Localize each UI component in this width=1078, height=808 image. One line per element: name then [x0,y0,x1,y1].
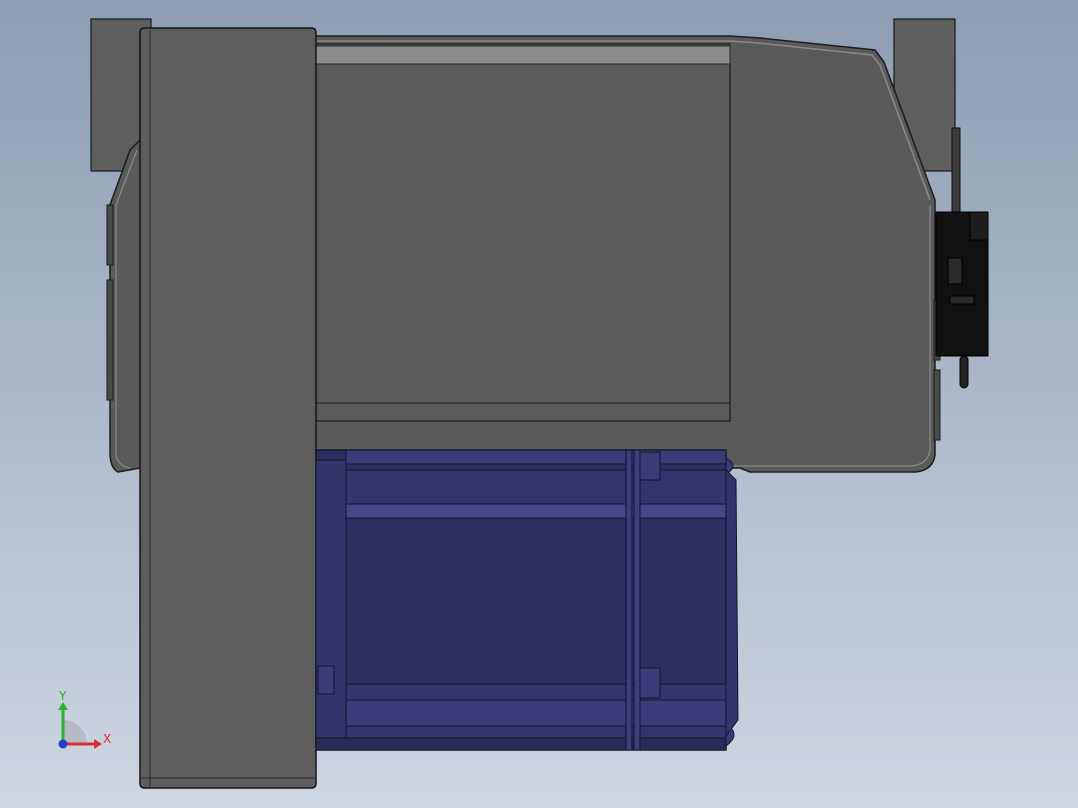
x-axis-label: X [103,732,111,746]
graphics-viewport[interactable]: X Y [0,0,1078,808]
coordinate-triad: X Y [58,689,111,749]
y-axis-arrow-icon [58,702,68,710]
triad-arc [63,720,87,744]
left-side-tab-1 [106,204,114,266]
servo-motor [315,449,739,751]
front-flange-plate [139,27,317,789]
y-axis-label: Y [58,689,67,703]
gear-reducer-model[interactable] [0,0,1078,808]
x-axis-arrow-icon [94,739,102,749]
inner-panel-top-strip [315,45,731,65]
z-axis-dot-icon [58,739,68,749]
inner-panel [315,43,731,422]
right-side-tab-2 [933,369,941,441]
left-side-tab-2 [106,279,114,401]
